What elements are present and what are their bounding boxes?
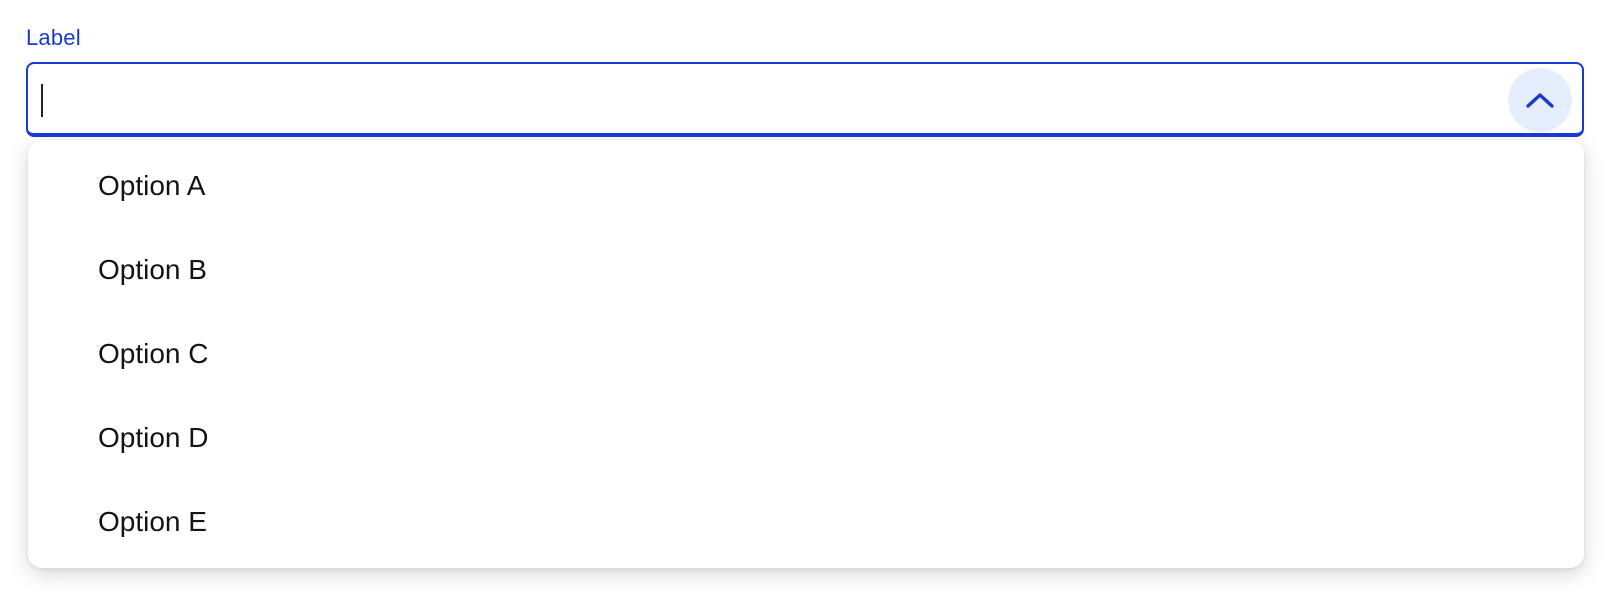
text-cursor [41, 84, 43, 117]
dropdown-toggle-button[interactable] [1508, 68, 1572, 132]
combobox-field: Label [26, 22, 1584, 137]
field-label: Label [26, 25, 81, 50]
option-e[interactable]: Option E [28, 480, 1584, 564]
option-c[interactable]: Option C [28, 312, 1584, 396]
option-b[interactable]: Option B [28, 228, 1584, 312]
options-listbox: Option A Option B Option C Option D Opti… [28, 140, 1584, 568]
chevron-up-icon [1526, 93, 1554, 108]
combobox-input[interactable] [28, 64, 1488, 133]
option-a[interactable]: Option A [28, 144, 1584, 228]
combobox[interactable] [26, 62, 1584, 137]
option-d[interactable]: Option D [28, 396, 1584, 480]
